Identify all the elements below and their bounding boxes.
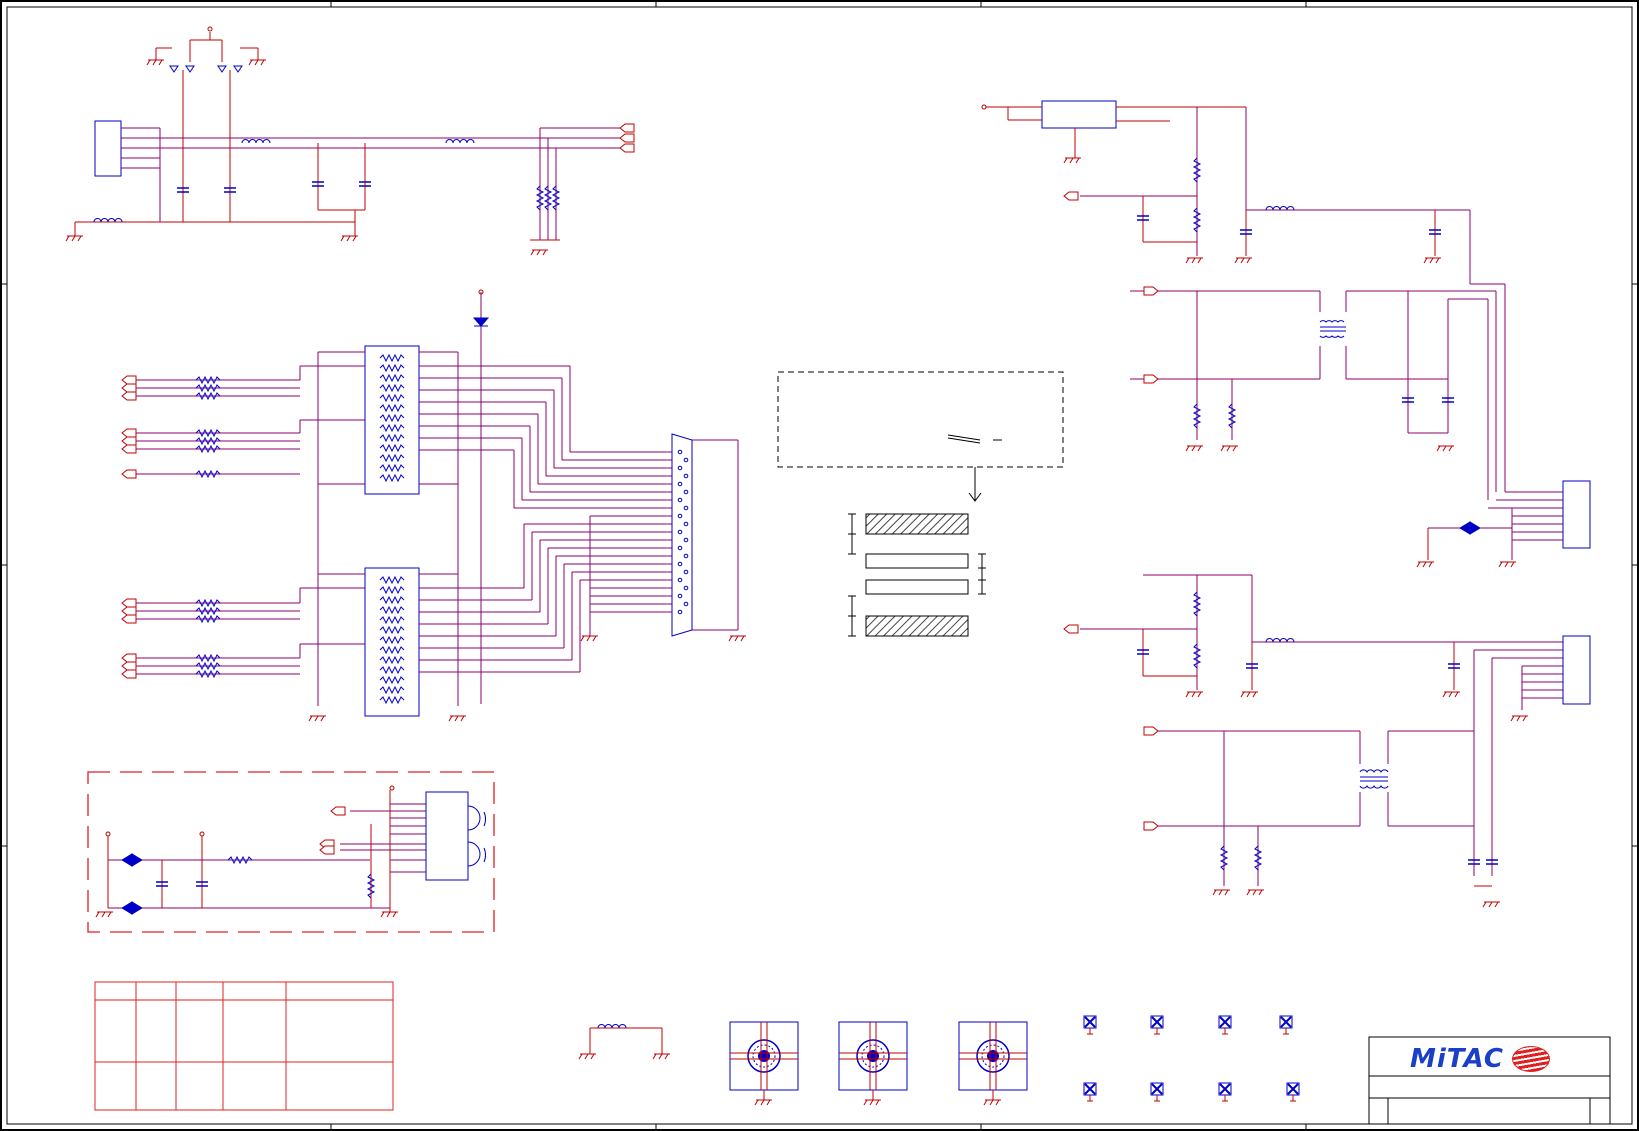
lan-block-lower [1063, 574, 1591, 908]
layout-note [777, 371, 1064, 502]
schematic-canvas [0, 0, 1639, 1131]
test-pad-icon [1286, 1082, 1300, 1102]
sheet-frame [0, 0, 1639, 1131]
transformer-icon [1359, 769, 1389, 789]
test-pad-icon [1083, 1082, 1097, 1102]
lan-block-upper [1130, 210, 1591, 568]
screw-hole-icon [729, 1021, 799, 1106]
vga-block [121, 289, 747, 722]
test-pad-icon [1218, 1015, 1232, 1035]
audio-jack-icon [425, 791, 487, 881]
screw-holes [729, 1021, 1028, 1106]
audio-block [87, 771, 495, 933]
company-logo-text: MiTAC [1410, 1044, 1504, 1074]
revision-table [94, 981, 394, 1111]
company-logo-mark [1511, 1046, 1550, 1072]
test-pad-icon [1218, 1082, 1232, 1102]
regulator-block [981, 100, 1470, 264]
bottom-inductor [578, 1024, 671, 1060]
transformer-icon [1319, 320, 1346, 338]
test-pad-icon [1150, 1015, 1164, 1035]
header-connector-icon [1562, 635, 1591, 705]
test-pad-icon [1279, 1015, 1293, 1035]
db-connector-icon [671, 433, 693, 637]
usb-connector [94, 120, 122, 177]
screw-hole-icon [958, 1021, 1028, 1106]
usb-filter-block [65, 26, 635, 256]
company-logo: MiTAC [1410, 1044, 1560, 1074]
header-connector-icon [1562, 480, 1591, 549]
pcb-stackup [848, 513, 986, 637]
test-pad-icon [1150, 1082, 1164, 1102]
test-pads [1083, 1015, 1300, 1102]
screw-hole-icon [838, 1021, 908, 1106]
test-pad-icon [1083, 1015, 1097, 1035]
